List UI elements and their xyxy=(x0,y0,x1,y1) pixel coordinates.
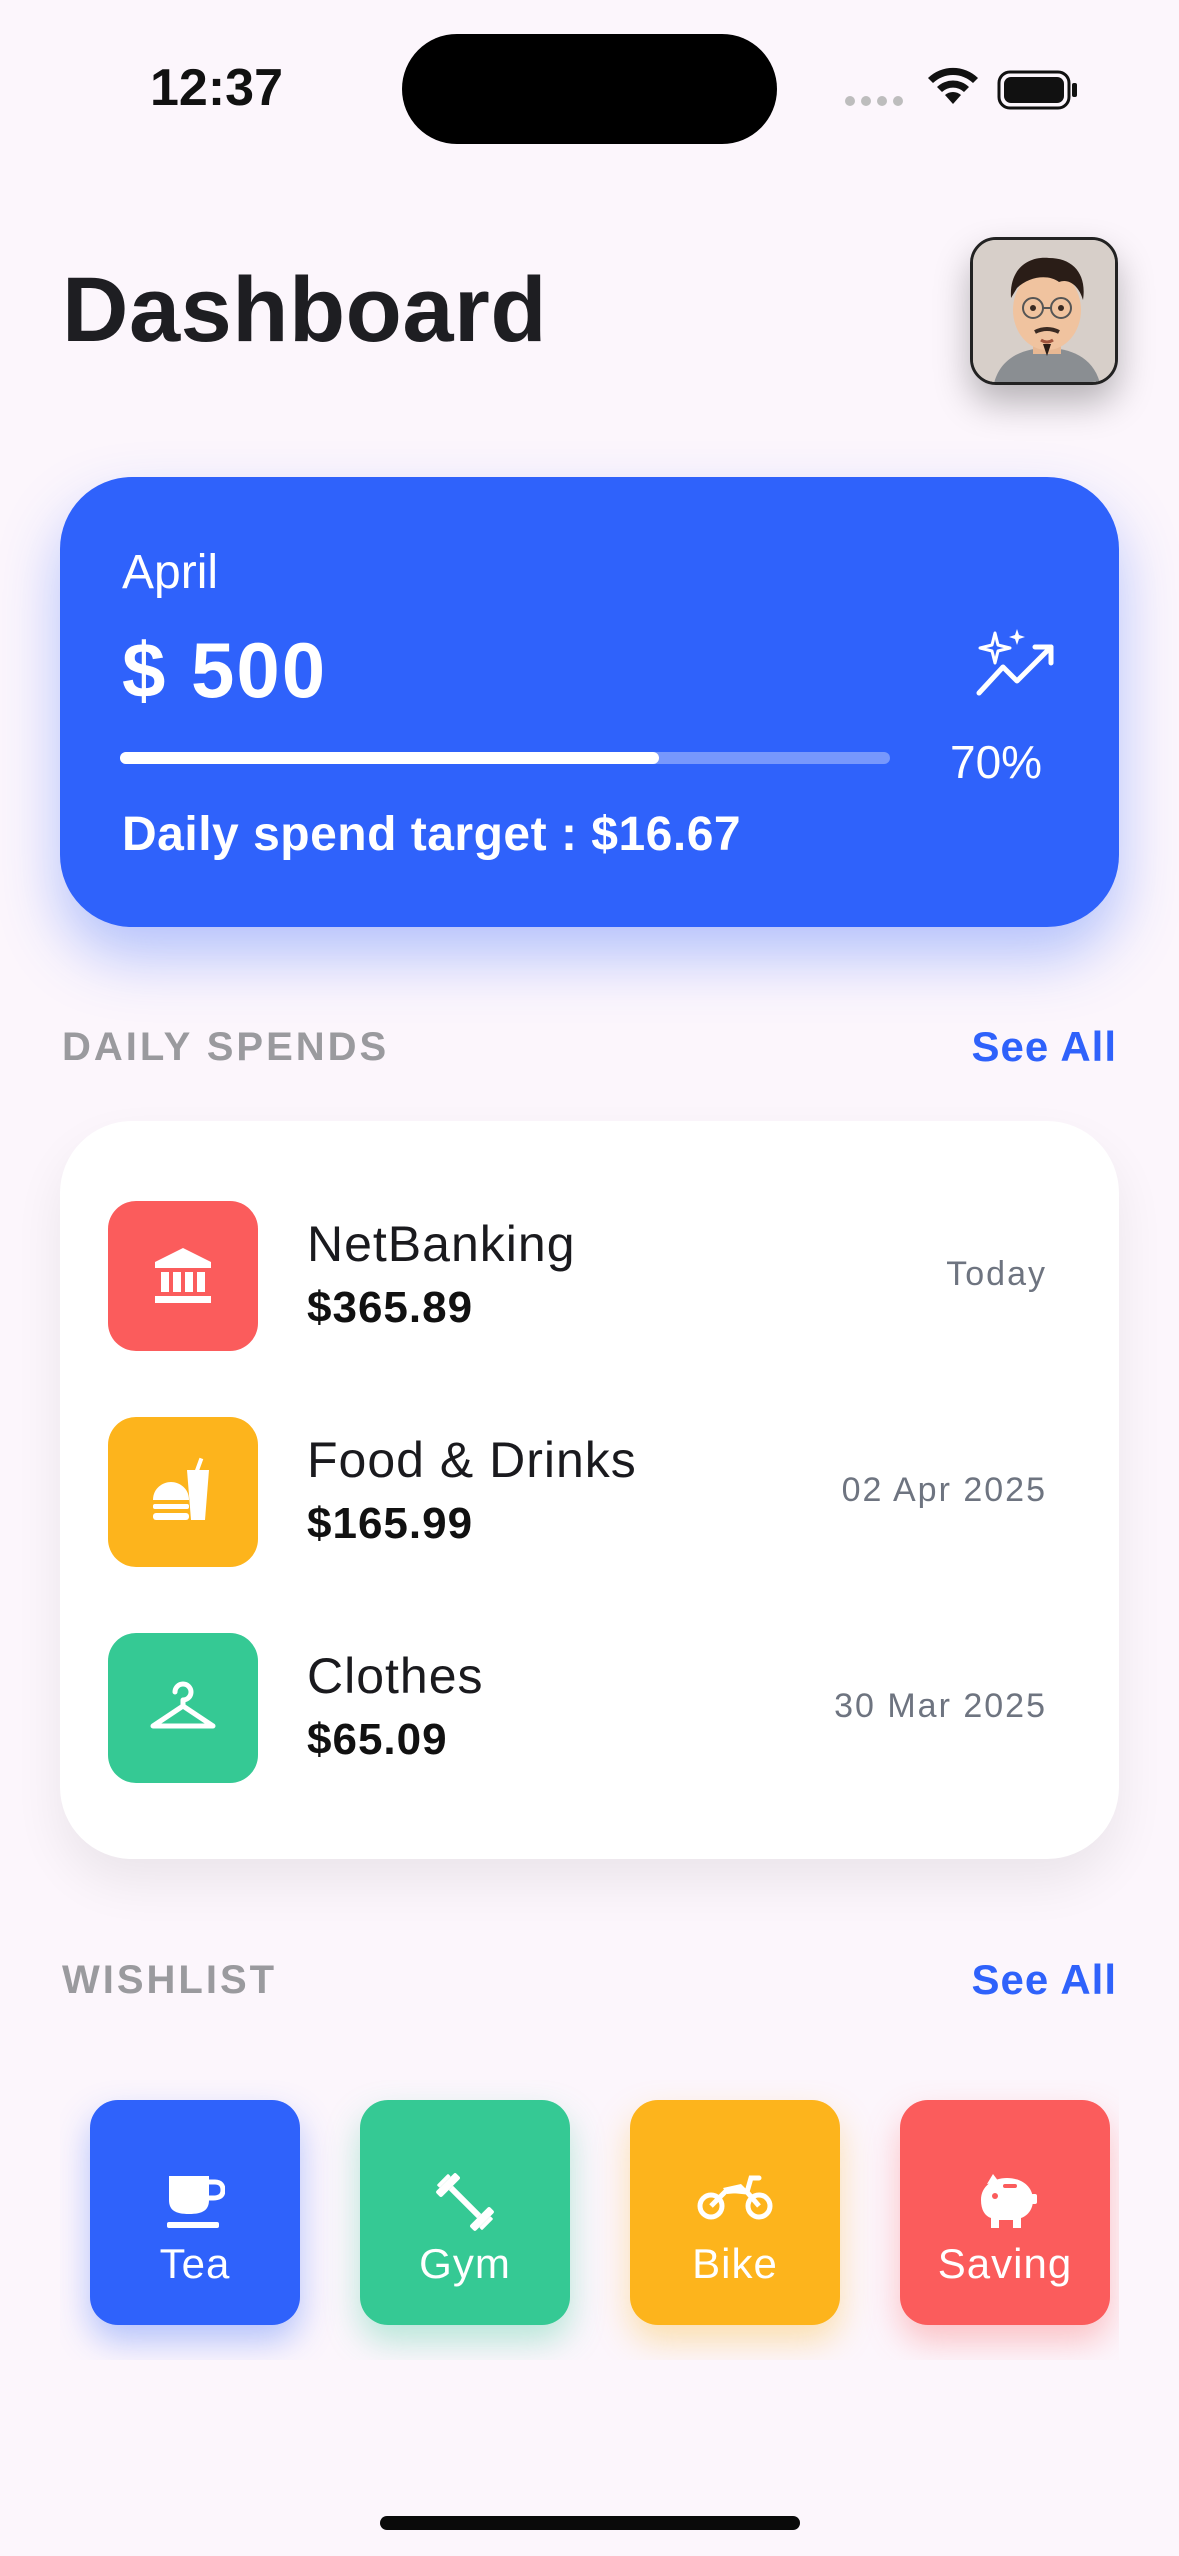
wishlist-item-label: Gym xyxy=(419,2240,511,2287)
piggy-bank-icon xyxy=(900,2170,1110,2230)
wishlist-heading: WISHLIST xyxy=(62,1958,278,2002)
profile-avatar[interactable] xyxy=(970,237,1118,385)
spend-date: 30 Mar 2025 xyxy=(834,1687,1047,1725)
monthly-budget-card[interactable]: April $ 500 70% Daily spend target : $16… xyxy=(60,477,1119,927)
dynamic-island xyxy=(402,34,777,144)
spend-date: 02 Apr 2025 xyxy=(841,1471,1047,1509)
spend-amount: $65.09 xyxy=(307,1715,448,1764)
budget-progress-bar xyxy=(120,752,890,764)
home-indicator[interactable] xyxy=(380,2516,800,2530)
wishlist-item-label: Saving xyxy=(937,2240,1073,2287)
battery-icon xyxy=(997,70,1077,110)
spend-row-clothes[interactable]: Clothes $65.09 30 Mar 2025 xyxy=(60,1633,1119,1783)
hanger-icon xyxy=(108,1633,258,1783)
wifi-icon xyxy=(928,67,978,104)
spend-name: Clothes xyxy=(307,1648,484,1704)
page-title: Dashboard xyxy=(62,259,548,361)
cellular-signal-icon xyxy=(845,96,903,106)
food-drink-icon xyxy=(108,1417,258,1567)
daily-spends-heading: DAILY SPENDS xyxy=(62,1025,390,1069)
daily-spends-card: NetBanking $365.89 Today Food & Drinks $… xyxy=(60,1121,1119,1859)
spend-amount: $365.89 xyxy=(307,1283,474,1332)
sparkle-trend-icon xyxy=(976,629,1054,696)
budget-month: April xyxy=(122,546,219,599)
avatar-image xyxy=(973,240,1115,382)
spend-amount: $165.99 xyxy=(307,1499,474,1548)
tea-cup-icon xyxy=(90,2170,300,2230)
bank-icon xyxy=(108,1201,258,1351)
wishlist-item-saving[interactable]: Saving xyxy=(900,2100,1110,2325)
wishlist-item-tea[interactable]: Tea xyxy=(90,2100,300,2325)
spend-date: Today xyxy=(946,1255,1047,1293)
wishlist-see-all-link[interactable]: See All xyxy=(971,1956,1117,2004)
budget-progress-fill xyxy=(120,752,659,764)
spend-row-netbanking[interactable]: NetBanking $365.89 Today xyxy=(60,1201,1119,1351)
daily-spends-see-all-link[interactable]: See All xyxy=(971,1023,1117,1071)
motorcycle-icon xyxy=(630,2170,840,2222)
daily-spend-target: Daily spend target : $16.67 xyxy=(122,808,742,861)
status-time: 12:37 xyxy=(150,59,283,117)
status-icons xyxy=(845,62,1085,112)
spend-row-food-drinks[interactable]: Food & Drinks $165.99 02 Apr 2025 xyxy=(60,1417,1119,1567)
spend-name: NetBanking xyxy=(307,1216,576,1272)
wishlist-carousel[interactable]: Tea Gym Bike Saving xyxy=(60,2080,1119,2360)
wishlist-item-label: Tea xyxy=(159,2240,231,2287)
dumbbell-icon xyxy=(360,2170,570,2234)
budget-percent: 70% xyxy=(950,736,1043,788)
wishlist-item-gym[interactable]: Gym xyxy=(360,2100,570,2325)
wishlist-item-bike[interactable]: Bike xyxy=(630,2100,840,2325)
budget-amount: $ 500 xyxy=(122,626,328,714)
spend-name: Food & Drinks xyxy=(307,1432,637,1488)
wishlist-item-label: Bike xyxy=(692,2240,778,2287)
